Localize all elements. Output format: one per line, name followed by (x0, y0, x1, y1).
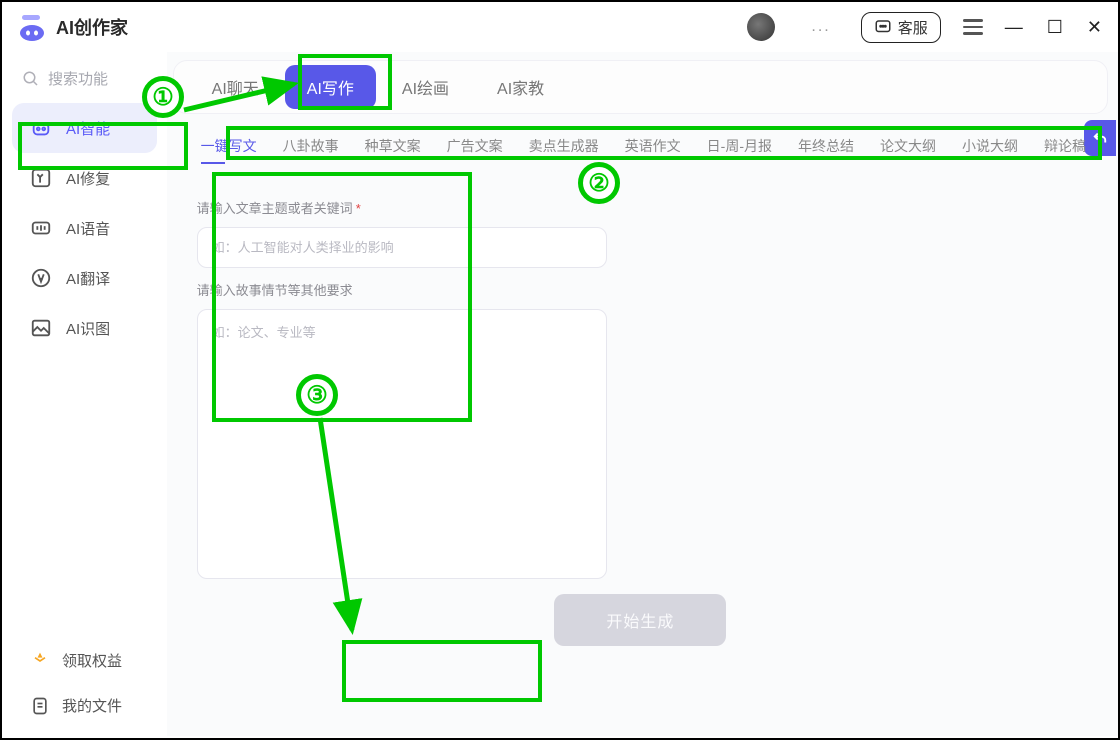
undo-button[interactable] (1084, 120, 1116, 156)
image-icon (30, 317, 52, 339)
sidebar-label: AI修复 (66, 168, 110, 189)
sidebar-label: AI语音 (66, 218, 110, 239)
subtab-one-click[interactable]: 一键写文 (201, 136, 257, 162)
sidebar-item-ai-voice[interactable]: AI语音 (12, 203, 157, 253)
sidebar: 搜索功能 AI智能 AI修复 AI语音 AI翻译 AI识图 领取权益 (2, 52, 167, 736)
sidebar-footer-label: 领取权益 (62, 650, 122, 671)
generate-button[interactable]: 开始生成 (554, 594, 726, 646)
sidebar-label: AI智能 (66, 118, 110, 139)
tab-ai-chat[interactable]: AI聊天 (190, 65, 281, 109)
more-menu-icon[interactable]: ... (811, 18, 830, 36)
form-area: 请输入文章主题或者关键词* 请输入故事情节等其他要求 开始生成 (173, 172, 1108, 660)
topic-label: 请输入文章主题或者关键词* (197, 198, 1084, 217)
sidebar-rewards[interactable]: 领取权益 (12, 638, 157, 683)
audio-icon (30, 217, 52, 239)
subtab-ad[interactable]: 广告文案 (447, 136, 503, 162)
avatar[interactable] (747, 13, 775, 41)
chat-icon (874, 18, 892, 36)
titlebar: AI创作家 ... 客服 — ☐ ✕ (2, 2, 1118, 52)
maximize-button[interactable]: ☐ (1047, 17, 1063, 38)
file-icon (30, 696, 50, 716)
sidebar-item-ai-repair[interactable]: AI修复 (12, 153, 157, 203)
search-icon (22, 70, 40, 88)
sidebar-item-ai-translate[interactable]: AI翻译 (12, 253, 157, 303)
close-button[interactable]: ✕ (1087, 17, 1102, 38)
sidebar-item-ai-smart[interactable]: AI智能 (12, 103, 157, 153)
tab-ai-tutor[interactable]: AI家教 (475, 65, 566, 109)
sub-tabs: 一键写文 八卦故事 种草文案 广告文案 卖点生成器 英语作文 日-周-月报 年终… (173, 126, 1108, 172)
minimize-button[interactable]: — (1005, 17, 1023, 38)
subtab-debate[interactable]: 辩论稿 (1044, 136, 1086, 162)
repair-icon (30, 167, 52, 189)
search-input[interactable]: 搜索功能 (12, 60, 157, 103)
sidebar-my-files[interactable]: 我的文件 (12, 683, 157, 728)
detail-label: 请输入故事情节等其他要求 (197, 280, 1084, 299)
robot-icon (30, 117, 52, 139)
app-title: AI创作家 (56, 14, 128, 40)
subtab-english[interactable]: 英语作文 (625, 136, 681, 162)
tab-ai-write[interactable]: AI写作 (285, 65, 376, 109)
subtab-gossip[interactable]: 八卦故事 (283, 136, 339, 162)
sidebar-item-ai-image[interactable]: AI识图 (12, 303, 157, 353)
app-logo: AI创作家 (16, 11, 128, 43)
undo-icon (1091, 129, 1109, 147)
subtab-novel[interactable]: 小说大纲 (962, 136, 1018, 162)
detail-input[interactable] (197, 309, 607, 579)
gift-icon (30, 651, 50, 671)
support-button[interactable]: 客服 (861, 12, 941, 43)
menu-icon[interactable] (963, 19, 983, 35)
topic-input[interactable] (197, 227, 607, 268)
search-placeholder: 搜索功能 (48, 68, 108, 89)
subtab-selling[interactable]: 卖点生成器 (529, 136, 599, 162)
sidebar-label: AI识图 (66, 318, 110, 339)
support-label: 客服 (898, 17, 928, 38)
subtab-yearend[interactable]: 年终总结 (798, 136, 854, 162)
logo-icon (16, 11, 48, 43)
tab-ai-draw[interactable]: AI绘画 (380, 65, 471, 109)
sidebar-footer-label: 我的文件 (62, 695, 122, 716)
subtab-seed[interactable]: 种草文案 (365, 136, 421, 162)
subtab-report[interactable]: 日-周-月报 (707, 136, 772, 162)
subtab-thesis[interactable]: 论文大纲 (880, 136, 936, 162)
translate-icon (30, 267, 52, 289)
main-tabs: AI聊天 AI写作 AI绘画 AI家教 (173, 60, 1108, 114)
main-area: AI聊天 AI写作 AI绘画 AI家教 一键写文 八卦故事 种草文案 广告文案 … (167, 52, 1118, 736)
sidebar-label: AI翻译 (66, 268, 110, 289)
